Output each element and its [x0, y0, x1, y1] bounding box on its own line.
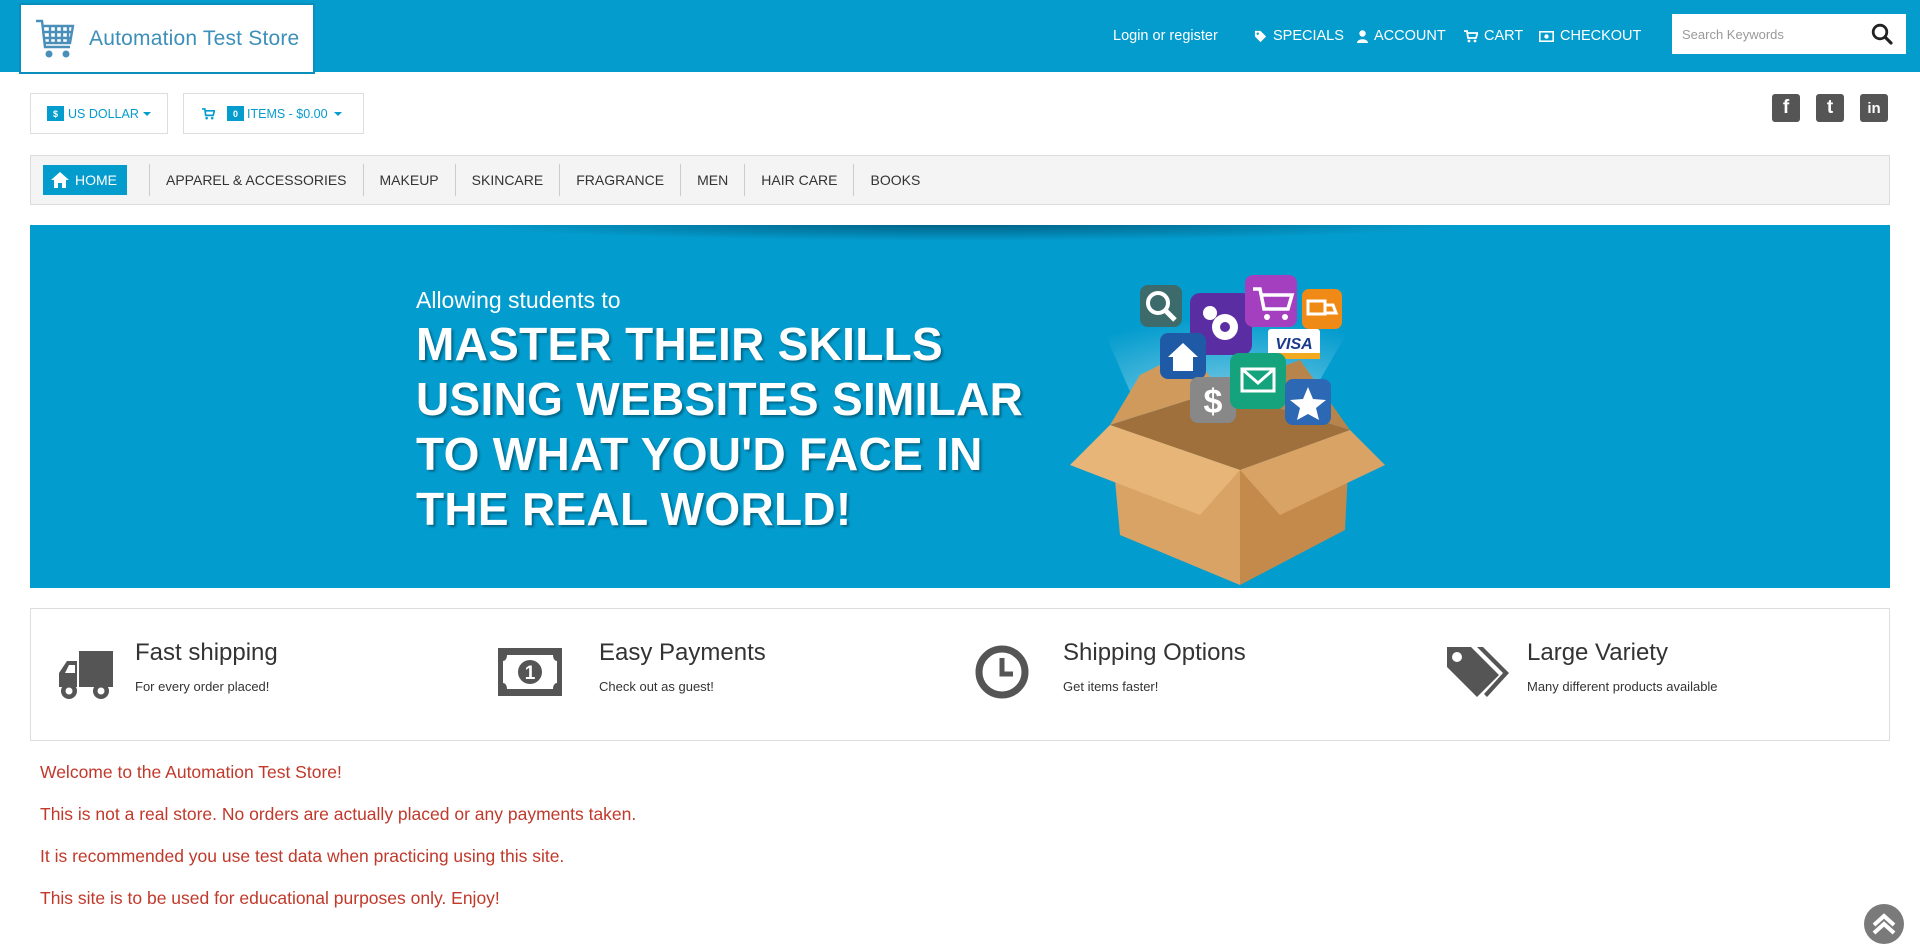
feature-subtitle: For every order placed!: [135, 679, 270, 694]
category-menu: HOME APPAREL & ACCESSORIES MAKEUP SKINCA…: [30, 155, 1890, 205]
magnifier-app-icon: [1140, 285, 1182, 327]
feature-title: Large Variety: [1527, 639, 1668, 666]
linkedin-icon: in: [1867, 99, 1881, 117]
truck-icon: [59, 651, 113, 699]
tags-icon: [1447, 647, 1509, 697]
home-icon: [51, 172, 69, 188]
nav-account-wrap: ACCOUNT: [1357, 0, 1446, 72]
shopping-cart-logo-icon: [36, 19, 75, 57]
store-logo[interactable]: Automation Test Store: [19, 3, 315, 74]
category-apparel[interactable]: APPAREL & ACCESSORIES: [150, 172, 363, 188]
feature-title: Shipping Options: [1063, 639, 1246, 666]
twitter-icon: t: [1826, 97, 1834, 118]
search-box: [1672, 14, 1906, 54]
facebook-icon: f: [1782, 97, 1790, 118]
linkedin-link[interactable]: in: [1860, 94, 1888, 122]
search-button[interactable]: [1862, 14, 1902, 54]
feature-fast-shipping: Fast shipping For every order placed!: [31, 609, 491, 742]
envelope-app-icon: [1230, 353, 1286, 409]
svg-text:VISA: VISA: [1275, 336, 1312, 353]
banknote-icon: 1: [498, 648, 562, 696]
notice-message: It is recommended you use test data when…: [40, 846, 565, 866]
cart-icon: [1464, 29, 1478, 42]
login-register-link[interactable]: Login or register: [1113, 28, 1218, 44]
currency-label: US DOLLAR: [68, 106, 139, 121]
feature-subtitle: Check out as guest!: [599, 679, 714, 694]
nav-specials-wrap: SPECIALS: [1254, 0, 1344, 72]
chevron-down-icon: [333, 111, 342, 116]
nav-account-label: ACCOUNT: [1374, 28, 1446, 44]
money-icon: [1539, 30, 1554, 42]
nav-checkout-label: CHECKOUT: [1560, 28, 1642, 44]
category-fragrance[interactable]: FRAGRANCE: [560, 172, 680, 188]
cart-dropdown[interactable]: 0 ITEMS - $0.00: [183, 93, 364, 134]
nav-cart[interactable]: CART: [1464, 28, 1523, 44]
chevron-up-icon: [1872, 913, 1896, 935]
category-makeup[interactable]: MAKEUP: [364, 172, 455, 188]
category-home-label: HOME: [75, 172, 117, 188]
features-strip: Fast shipping For every order placed! 1 …: [30, 608, 1890, 741]
cart-icon: [202, 107, 215, 119]
nav-checkout[interactable]: CHECKOUT: [1539, 28, 1641, 44]
chevron-down-icon: [142, 111, 151, 116]
category-skincare[interactable]: SKINCARE: [456, 172, 560, 188]
nav-cart-wrap: CART: [1464, 0, 1523, 72]
feature-subtitle: Many different products available: [1527, 679, 1718, 694]
banner-shadow: [450, 225, 1470, 241]
hero-banner[interactable]: Allowing students to MASTER THEIR SKILLS…: [30, 225, 1890, 588]
dollar-app-icon: $: [1190, 377, 1236, 423]
notice-message: This site is to be used for educational …: [40, 888, 500, 908]
twitter-link[interactable]: t: [1816, 94, 1844, 122]
user-icon: [1357, 29, 1368, 43]
svg-text:$: $: [1204, 383, 1223, 421]
cart-count-badge: 0: [227, 106, 244, 121]
category-men[interactable]: MEN: [681, 172, 744, 188]
svg-text:1: 1: [525, 663, 536, 684]
search-input[interactable]: [1672, 15, 1862, 53]
currency-symbol-badge: $: [47, 106, 64, 121]
cart-summary-label: ITEMS - $0.00: [247, 106, 328, 121]
feature-large-variety: Large Variety Many different products av…: [1423, 609, 1883, 742]
nav-cart-label: CART: [1484, 28, 1524, 44]
currency-dropdown[interactable]: $ US DOLLAR: [30, 93, 168, 134]
search-icon: [1871, 23, 1893, 45]
facebook-link[interactable]: f: [1772, 94, 1800, 122]
delivery-truck-app-icon: [1302, 289, 1342, 329]
clock-icon: [975, 645, 1029, 699]
category-hair-care[interactable]: HAIR CARE: [745, 172, 853, 188]
nav-account[interactable]: ACCOUNT: [1357, 28, 1446, 44]
feature-title: Easy Payments: [599, 639, 766, 666]
nav-specials[interactable]: SPECIALS: [1254, 28, 1344, 44]
notice-message: This is not a real store. No orders are …: [40, 804, 637, 824]
star-app-icon: [1285, 379, 1331, 425]
nav-specials-label: SPECIALS: [1273, 28, 1344, 44]
logo-text: Automation Test Store: [89, 26, 300, 50]
banner-subheading: Allowing students to: [416, 287, 621, 313]
nav-checkout-wrap: CHECKOUT: [1539, 0, 1641, 72]
feature-subtitle: Get items faster!: [1063, 679, 1159, 694]
box-with-app-icons-illustration: VISA $: [1070, 275, 1385, 585]
welcome-message: Welcome to the Automation Test Store!: [40, 762, 342, 782]
top-navigation: Login or register: [1113, 0, 1218, 72]
shopping-cart-app-icon: [1245, 275, 1297, 327]
banner-heading: MASTER THEIR SKILLS USING WEBSITES SIMIL…: [416, 318, 1024, 535]
home-app-icon: [1160, 333, 1206, 379]
feature-easy-payments: 1 Easy Payments Check out as guest!: [495, 609, 955, 742]
category-books[interactable]: BOOKS: [854, 172, 936, 188]
top-header: Automation Test Store Login or register …: [0, 0, 1920, 74]
scroll-to-top-button[interactable]: [1864, 904, 1904, 944]
category-home[interactable]: HOME: [43, 165, 127, 195]
feature-shipping-options: Shipping Options Get items faster!: [959, 609, 1419, 742]
tag-icon: [1254, 30, 1267, 42]
feature-title: Fast shipping: [135, 639, 278, 666]
